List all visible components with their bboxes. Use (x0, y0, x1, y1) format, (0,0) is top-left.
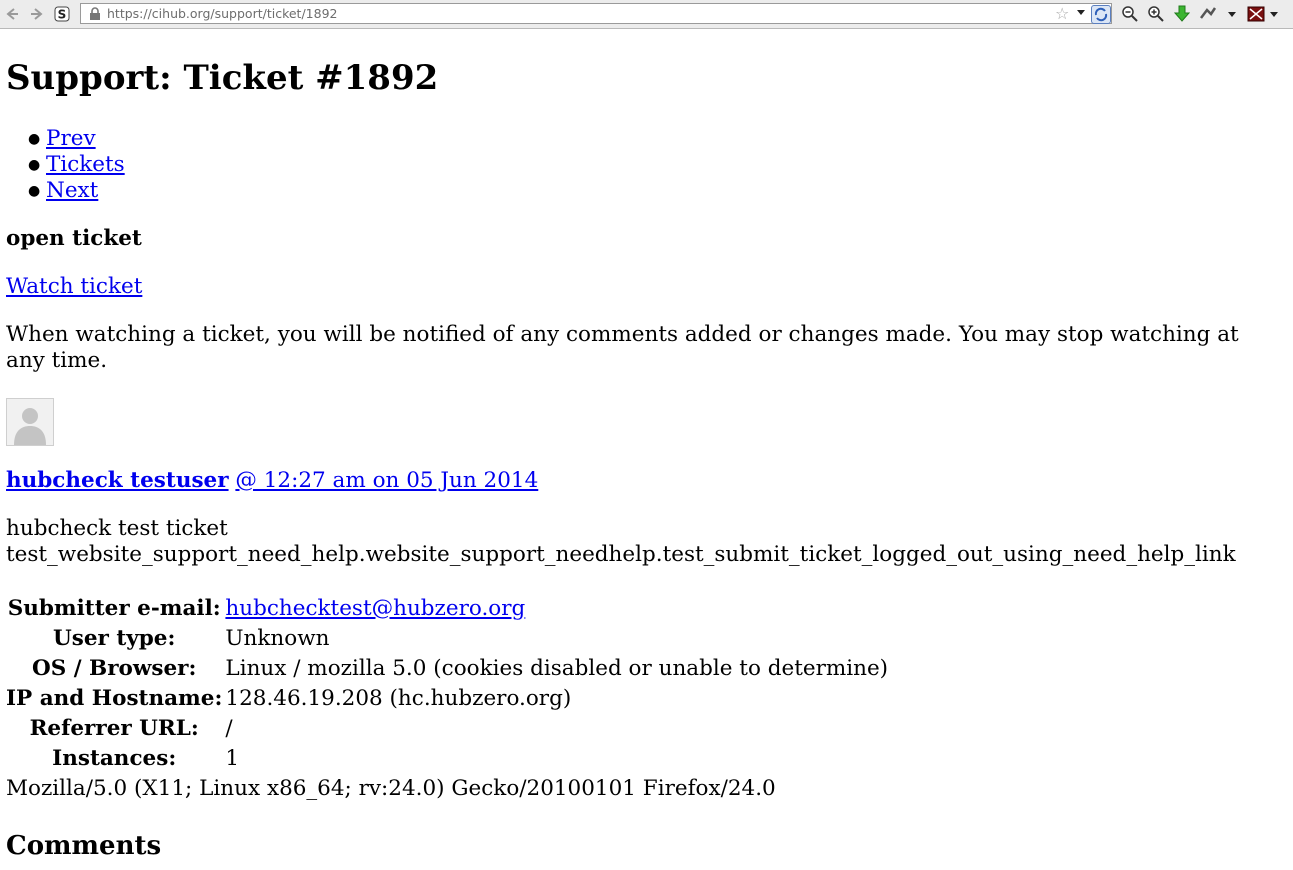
nav-item-prev: Prev (6, 126, 125, 152)
lock-icon (90, 7, 100, 20)
forward-icon[interactable] (27, 4, 47, 24)
back-icon[interactable] (2, 4, 22, 24)
bookmark-star-icon[interactable]: ☆ (1055, 4, 1069, 23)
author-link[interactable]: hubcheck testuser (6, 468, 229, 493)
referrer-value: / (225, 716, 233, 741)
os-browser-value: Linux / mozilla 5.0 (cookies disabled or… (225, 656, 889, 681)
user-agent-value: Mozilla/5.0 (X11; Linux x86_64; rv:24.0)… (6, 776, 776, 801)
ticket-nav: Prev Tickets Next (6, 126, 125, 204)
zoom-out-icon[interactable] (1120, 4, 1140, 24)
ticket-message: hubcheck test ticket test_website_suppor… (6, 516, 1236, 568)
nav-item-next: Next (6, 178, 125, 204)
user-type-label: User type: (53, 626, 176, 651)
comment-header: hubcheck testuser @ 12:27 am on 05 Jun 2… (6, 468, 538, 494)
chevron-down-icon[interactable] (1077, 10, 1085, 15)
ticket-status: open ticket (6, 226, 142, 251)
table-row: OS / Browser: Linux / mozilla 5.0 (cooki… (6, 654, 888, 684)
page-title: Support: Ticket #1892 (6, 58, 439, 98)
table-row: User type: Unknown (6, 624, 888, 654)
addon-icon[interactable] (1198, 4, 1218, 24)
tickets-link[interactable]: Tickets (46, 152, 125, 177)
prev-link[interactable]: Prev (46, 126, 96, 151)
avatar (6, 398, 54, 446)
next-link[interactable]: Next (46, 178, 98, 203)
message-line: test_website_support_need_help.website_s… (6, 542, 1236, 567)
os-browser-label: OS / Browser: (31, 656, 197, 681)
ip-hostname-value: 128.46.19.208 (hc.hubzero.org) (225, 686, 572, 711)
table-row: Mozilla/5.0 (X11; Linux x86_64; rv:24.0)… (6, 774, 888, 804)
table-row: IP and Hostname: 128.46.19.208 (hc.hubze… (6, 684, 888, 714)
message-line: hubcheck test ticket (6, 516, 228, 541)
watch-section: Watch ticket (6, 274, 142, 300)
table-row: Instances: 1 (6, 744, 888, 774)
reload-icon[interactable] (1091, 5, 1111, 24)
user-type-value: Unknown (225, 626, 330, 651)
chevron-down-icon[interactable] (1222, 4, 1242, 24)
ip-hostname-label: IP and Hostname: (6, 686, 223, 711)
download-icon[interactable] (1172, 4, 1192, 24)
email-label: Submitter e-mail: (7, 596, 221, 621)
referrer-label: Referrer URL: (29, 716, 199, 741)
comments-heading: Comments (6, 831, 162, 861)
firebug-icon[interactable] (1246, 4, 1266, 24)
nav-item-tickets: Tickets (6, 152, 125, 178)
browser-toolbar: S https://cihub.org/support/ticket/1892 … (0, 0, 1293, 29)
instances-label: Instances: (52, 746, 177, 771)
user-silhouette-icon (14, 408, 46, 445)
url-bar[interactable]: https://cihub.org/support/ticket/1892 ☆ (80, 3, 1112, 24)
zoom-in-icon[interactable] (1146, 4, 1166, 24)
table-row: Submitter e-mail: hubchecktest@hubzero.o… (6, 594, 888, 624)
url-text[interactable]: https://cihub.org/support/ticket/1892 (107, 6, 337, 21)
chevron-down-icon[interactable] (1264, 4, 1284, 24)
table-row: Referrer URL: / (6, 714, 888, 744)
watch-note: When watching a ticket, you will be noti… (6, 322, 1239, 373)
email-link[interactable]: hubchecktest@hubzero.org (225, 596, 525, 621)
stop-icon[interactable]: S (52, 4, 72, 24)
ticket-details-table: Submitter e-mail: hubchecktest@hubzero.o… (3, 594, 891, 804)
timestamp-link[interactable]: @ 12:27 am on 05 Jun 2014 (235, 468, 538, 493)
svg-text:S: S (58, 8, 67, 22)
watch-ticket-link[interactable]: Watch ticket (6, 274, 142, 299)
instances-value: 1 (225, 746, 240, 771)
